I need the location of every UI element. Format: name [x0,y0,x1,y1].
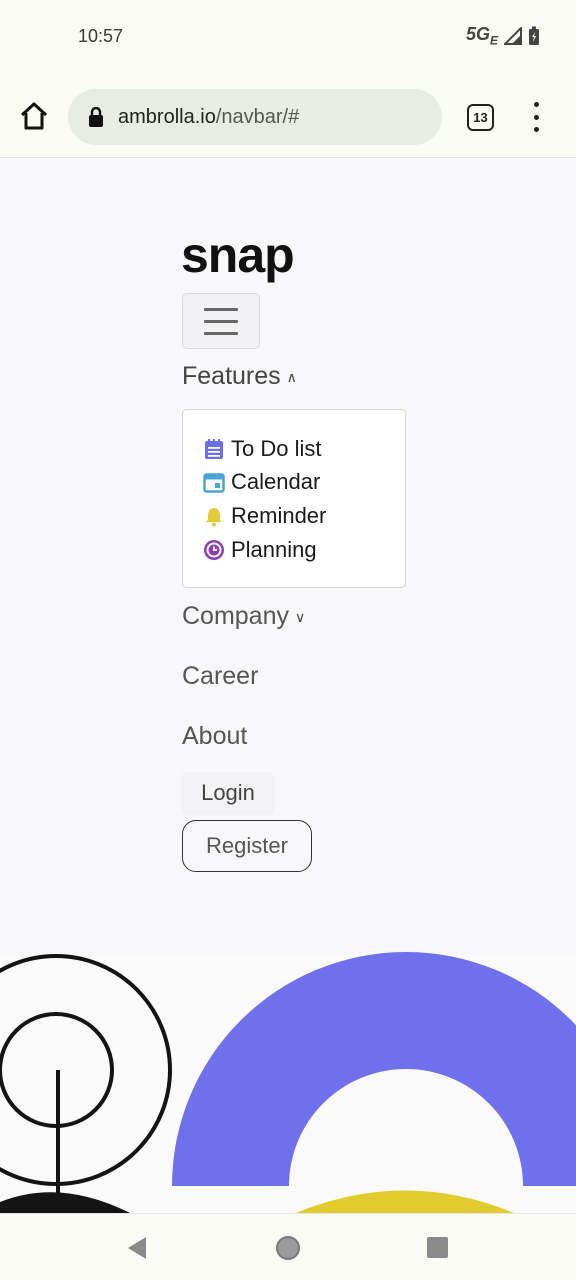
status-bar: 10:57 5GE [0,0,576,72]
url-bar[interactable]: ambrolla.io/navbar/# [68,89,442,145]
chevron-up-icon: ∧ [286,368,297,385]
nav-company-label: Company [182,602,289,630]
nav-company[interactable]: Company ∨ [182,602,305,631]
nav-about[interactable]: About [182,722,247,751]
register-button[interactable]: Register [182,820,312,872]
home-circle-icon[interactable] [276,1236,300,1260]
network-indicator: 5GE [465,24,498,48]
recent-apps-icon[interactable] [427,1237,448,1258]
browser-menu-icon[interactable] [528,102,544,132]
brand-logo[interactable]: snap [181,226,295,284]
lock-icon [89,107,103,127]
dropdown-item-todo[interactable]: To Do list [203,432,405,466]
dropdown-item-label: Planning [231,536,317,562]
dropdown-item-calendar[interactable]: Calendar [203,466,405,500]
dropdown-item-reminder[interactable]: Reminder [203,499,405,533]
clock-icon [204,539,224,560]
url-text: ambrolla.io/navbar/# [118,105,300,128]
login-button[interactable]: Login [182,772,274,814]
dropdown-item-planning[interactable]: Planning [203,533,405,567]
system-nav-bar [0,1213,576,1280]
bell-icon [206,507,222,527]
nav-features[interactable]: Features ∧ [182,362,297,391]
browser-toolbar: ambrolla.io/navbar/# 13 [0,72,576,158]
back-icon[interactable] [126,1236,148,1260]
features-dropdown: To Do list Calendar Reminder Planning [182,409,406,588]
home-icon[interactable] [18,100,50,132]
todo-list-icon [205,438,223,459]
dropdown-item-label: To Do list [231,435,322,461]
tab-switcher-button[interactable]: 13 [467,104,494,131]
chevron-down-icon: ∨ [295,608,306,625]
calendar-icon [203,473,225,494]
status-time: 10:57 [78,26,124,46]
status-icons: 5GE [466,24,540,48]
nav-career[interactable]: Career [182,662,258,691]
hero-illustration [0,952,576,1213]
signal-icon [504,26,522,45]
nav-features-label: Features [182,362,281,390]
hamburger-menu-button[interactable] [182,293,260,349]
dropdown-item-label: Calendar [231,469,321,495]
dropdown-item-label: Reminder [231,502,327,528]
battery-icon [529,26,539,45]
